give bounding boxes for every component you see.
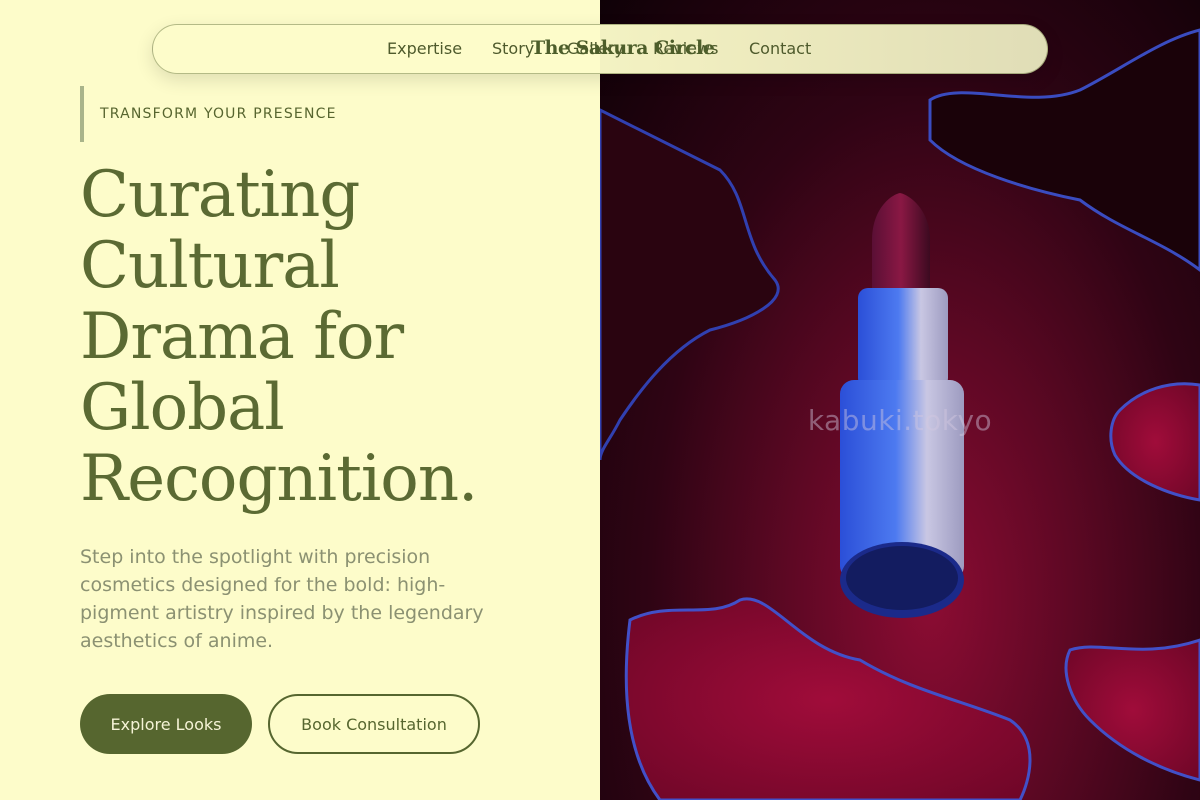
nav-link-contact[interactable]: Contact: [749, 39, 811, 58]
puddle-right: [1109, 382, 1200, 502]
nav-link-expertise[interactable]: Expertise: [387, 39, 462, 58]
lipstick-collar: [858, 288, 948, 388]
headline-line: Curating: [80, 158, 360, 232]
description-line: cosmetics designed for the bold: high-: [80, 574, 446, 596]
hero-headline: Curating Cultural Drama for Global Recog…: [80, 160, 580, 515]
nav-link-story[interactable]: Story: [492, 39, 534, 58]
eyebrow-accent-bar: [80, 86, 84, 142]
book-consultation-button[interactable]: Book Consultation: [268, 694, 480, 754]
hero-description: Step into the spotlight with precision c…: [80, 543, 510, 655]
hero-image: kabuki.tokyo: [600, 0, 1200, 800]
description-line: aesthetics of anime.: [80, 630, 274, 652]
top-navbar: Expertise Story Gallery Reviews Contact …: [152, 24, 1048, 74]
brand-logo[interactable]: The Sakura Circle: [531, 37, 715, 59]
lipstick-illustration: [600, 28, 1200, 800]
lipstick-bullet: [872, 193, 930, 290]
explore-looks-button[interactable]: Explore Looks: [80, 694, 252, 754]
headline-line: Cultural: [80, 229, 340, 303]
headline-line: Drama for: [80, 300, 404, 374]
watermark-text: kabuki.tokyo: [807, 404, 993, 437]
description-line: pigment artistry inspired by the legenda…: [80, 602, 484, 624]
headline-line: Global: [80, 371, 285, 445]
eyebrow-label: TRANSFORM YOUR PRESENCE: [100, 106, 337, 122]
headline-line: Recognition.: [80, 442, 478, 516]
puddle-bottom: [624, 597, 1032, 800]
puddle-bottom-right: [1064, 638, 1200, 782]
description-line: Step into the spotlight with precision: [80, 546, 431, 568]
